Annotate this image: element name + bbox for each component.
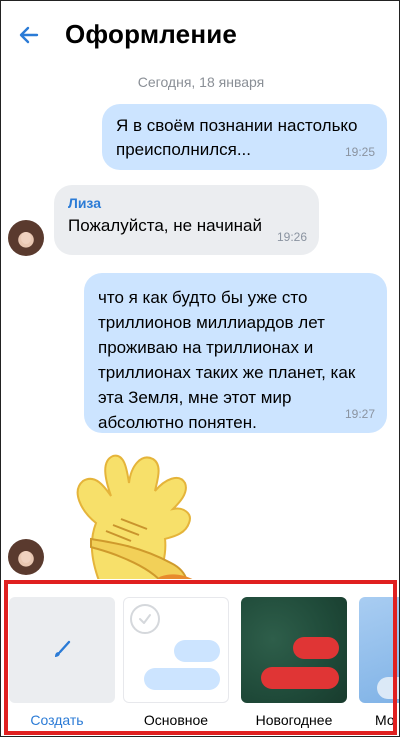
date-divider: Сегодня, 18 января: [137, 74, 265, 90]
incoming-message[interactable]: Лиза Пожалуйста, не начинай 19:26: [54, 185, 319, 255]
outgoing-message[interactable]: что я как будто бы уже сто триллионов ми…: [84, 273, 387, 433]
outgoing-message[interactable]: Я в своём познании настолько преисполнил…: [102, 104, 387, 170]
message-text: Я в своём познании настолько преисполнил…: [116, 116, 358, 159]
message-time: 19:26: [276, 230, 307, 244]
highlight-frame: [4, 580, 397, 735]
screen: Оформление Сегодня, 18 января Я в своём …: [0, 0, 400, 737]
dabbing-yellow-hand-sticker[interactable]: [61, 451, 211, 586]
sender-name: Лиза: [68, 195, 101, 211]
message-text: что я как будто бы уже сто триллионов ми…: [98, 288, 356, 432]
message-time: 19:25: [344, 145, 375, 159]
message-time: 19:27: [344, 407, 375, 421]
avatar[interactable]: [8, 539, 44, 575]
page-title: Оформление: [65, 19, 238, 49]
back-button[interactable]: [11, 17, 47, 53]
arrow-left-icon: [19, 26, 39, 44]
app-header: Оформление: [1, 1, 399, 65]
message-text: Пожалуйста, не начинай: [68, 216, 262, 235]
theme-picker: Создать Основное Новогоднее Мо: [1, 579, 399, 736]
avatar[interactable]: [8, 220, 44, 256]
